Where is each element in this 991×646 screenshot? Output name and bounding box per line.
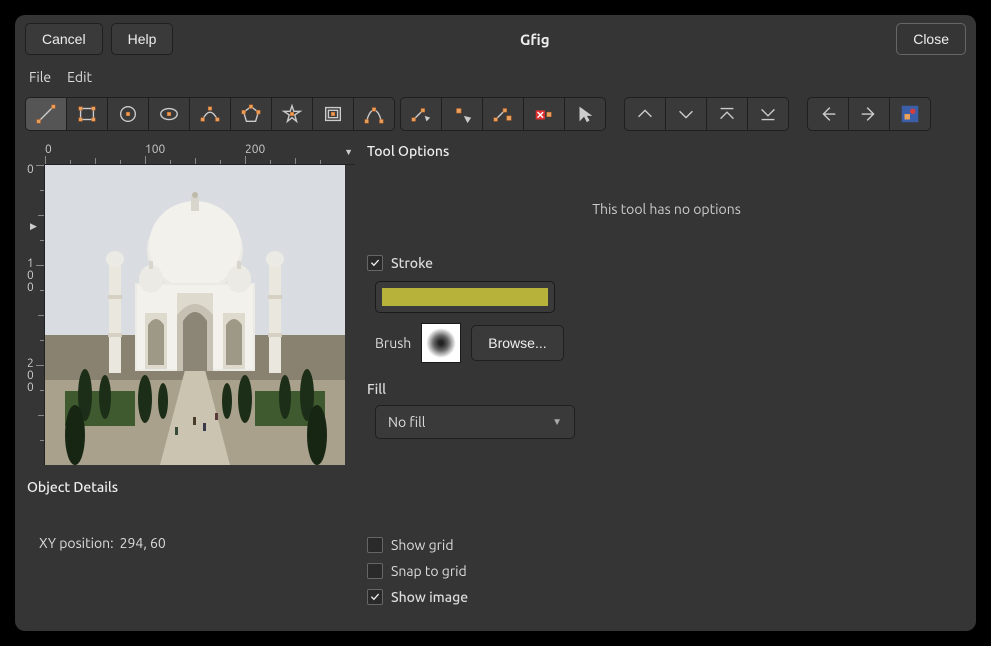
snap-grid-label: Snap to grid [391, 563, 467, 579]
help-button[interactable]: Help [111, 23, 174, 55]
stroke-color-button[interactable] [375, 281, 555, 313]
tool-arc[interactable] [189, 97, 231, 131]
tool-line[interactable] [25, 97, 67, 131]
fill-value: No fill [388, 414, 425, 430]
fill-select[interactable]: No fill ▼ [375, 405, 575, 439]
menu-file[interactable]: File [29, 69, 51, 85]
tool-move-point[interactable] [441, 97, 483, 131]
left-panel: 0 100 200 ▼ [25, 143, 355, 621]
tool-move-object[interactable] [400, 97, 442, 131]
dropdown-arrow-icon: ▼ [552, 416, 562, 428]
tool-circle[interactable] [107, 97, 149, 131]
content-area: 0 100 200 ▼ [15, 137, 976, 631]
tool-delete-object[interactable] [523, 97, 565, 131]
ruler-vertical: 0 1 0 0 2 0 0 [25, 165, 45, 465]
layer-lower[interactable] [665, 97, 707, 131]
show-grid-label: Show grid [391, 537, 454, 553]
brush-preview-icon [426, 328, 456, 358]
tool-bezier[interactable] [353, 97, 395, 131]
brush-preview[interactable] [421, 323, 461, 363]
tool-options-title: Tool Options [367, 143, 966, 159]
object-details: Object Details XY position: 294, 60 [25, 465, 355, 565]
tool-spiral[interactable] [312, 97, 354, 131]
right-panel: Tool Options This tool has no options St… [367, 143, 966, 621]
menu-edit[interactable]: Edit [67, 69, 92, 85]
brush-label: Brush [375, 335, 411, 351]
object-details-title: Object Details [27, 479, 353, 495]
show-all-objects[interactable] [889, 97, 931, 131]
tool-options-message: This tool has no options [367, 171, 966, 237]
layer-raise[interactable] [624, 97, 666, 131]
canvas[interactable] [45, 165, 345, 465]
fill-label: Fill [367, 381, 966, 397]
tool-star[interactable] [271, 97, 313, 131]
menubar: File Edit [15, 63, 976, 91]
ruler-horizontal: 0 100 200 ▼ [45, 143, 355, 165]
show-image-checkbox[interactable] [367, 589, 383, 605]
tool-select-object[interactable] [564, 97, 606, 131]
layer-lower-bottom[interactable] [747, 97, 789, 131]
stroke-color-swatch [382, 288, 548, 306]
show-image-label: Show image [391, 589, 468, 605]
tool-ellipse[interactable] [148, 97, 190, 131]
cancel-button[interactable]: Cancel [25, 23, 103, 55]
canvas-area: 0 100 200 ▼ [25, 143, 355, 465]
browse-brush-button[interactable]: Browse... [471, 325, 563, 361]
stroke-label: Stroke [391, 255, 433, 271]
stroke-checkbox[interactable] [367, 255, 383, 271]
close-button[interactable]: Close [896, 23, 966, 55]
titlebar: Cancel Help Gfig Close [15, 15, 976, 63]
toolbar [15, 91, 976, 137]
xy-value: 294, 60 [120, 535, 166, 551]
snap-grid-checkbox[interactable] [367, 563, 383, 579]
show-grid-checkbox[interactable] [367, 537, 383, 553]
tool-copy-object[interactable] [482, 97, 524, 131]
layer-raise-top[interactable] [706, 97, 748, 131]
window-title: Gfig [520, 31, 550, 48]
xy-label: XY position: [39, 535, 114, 551]
tool-polygon[interactable] [230, 97, 272, 131]
canvas-image [45, 165, 345, 465]
nav-back[interactable] [807, 97, 849, 131]
nav-forward[interactable] [848, 97, 890, 131]
tool-rectangle[interactable] [66, 97, 108, 131]
gfig-window: Cancel Help Gfig Close File Edit [15, 15, 976, 631]
